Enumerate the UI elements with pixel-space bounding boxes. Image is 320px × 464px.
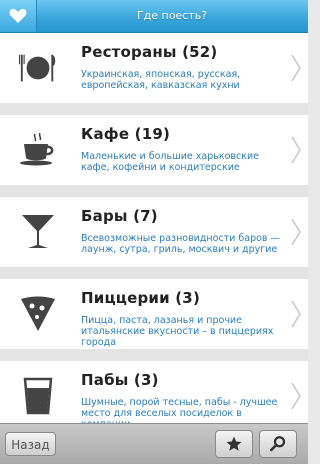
page-title: Где поесть?: [136, 9, 208, 22]
search-icon: [269, 436, 286, 452]
row-title: Пабы (3): [81, 371, 159, 389]
bottom-toolbar: Назад: [0, 423, 308, 464]
row-title: Кафе (19): [81, 125, 171, 143]
beer-glass-icon: [18, 376, 58, 416]
back-button[interactable]: Назад: [5, 432, 56, 456]
row-title: Пиццерии (3): [81, 289, 201, 307]
row-description: Украинская, японская, русская, европейск…: [81, 69, 241, 91]
chevron-right-icon: [291, 382, 301, 410]
coffee-cup-icon: [18, 130, 58, 170]
list-item-bars[interactable]: Бары (7) Всевозможные разновидности баро…: [0, 197, 308, 279]
row-title: Рестораны (52): [81, 43, 218, 61]
list-item-restaurants[interactable]: Рестораны (52) Украинская, японская, рус…: [0, 33, 308, 115]
cocktail-glass-icon: [18, 212, 58, 252]
row-description: Маленькие и большие харьковские кафе, ко…: [81, 151, 259, 173]
search-button[interactable]: [259, 430, 297, 458]
row-title: Бары (7): [81, 207, 158, 225]
category-list: Рестораны (52) Украинская, японская, рус…: [0, 33, 308, 434]
heart-logo-button[interactable]: [0, 0, 37, 32]
star-icon: [226, 436, 242, 451]
list-item-cafe[interactable]: Кафе (19) Маленькие и большие харьковски…: [0, 115, 308, 197]
top-bar: Где поесть?: [0, 0, 308, 33]
row-description: Пицца, паста, лазанья и прочие итальянск…: [81, 315, 274, 348]
pizza-slice-icon: [18, 294, 58, 334]
chevron-right-icon: [291, 136, 301, 164]
favorites-button[interactable]: [215, 430, 253, 458]
chevron-right-icon: [291, 300, 301, 328]
list-item-pizzerias[interactable]: Пиццерии (3) Пицца, паста, лазанья и про…: [0, 279, 308, 361]
chevron-right-icon: [291, 54, 301, 82]
plate-cutlery-icon: [18, 48, 58, 88]
heart-icon: [9, 8, 27, 23]
chevron-right-icon: [291, 218, 301, 246]
row-description: Всевозможные разновидности баров — лаунж…: [81, 233, 281, 255]
